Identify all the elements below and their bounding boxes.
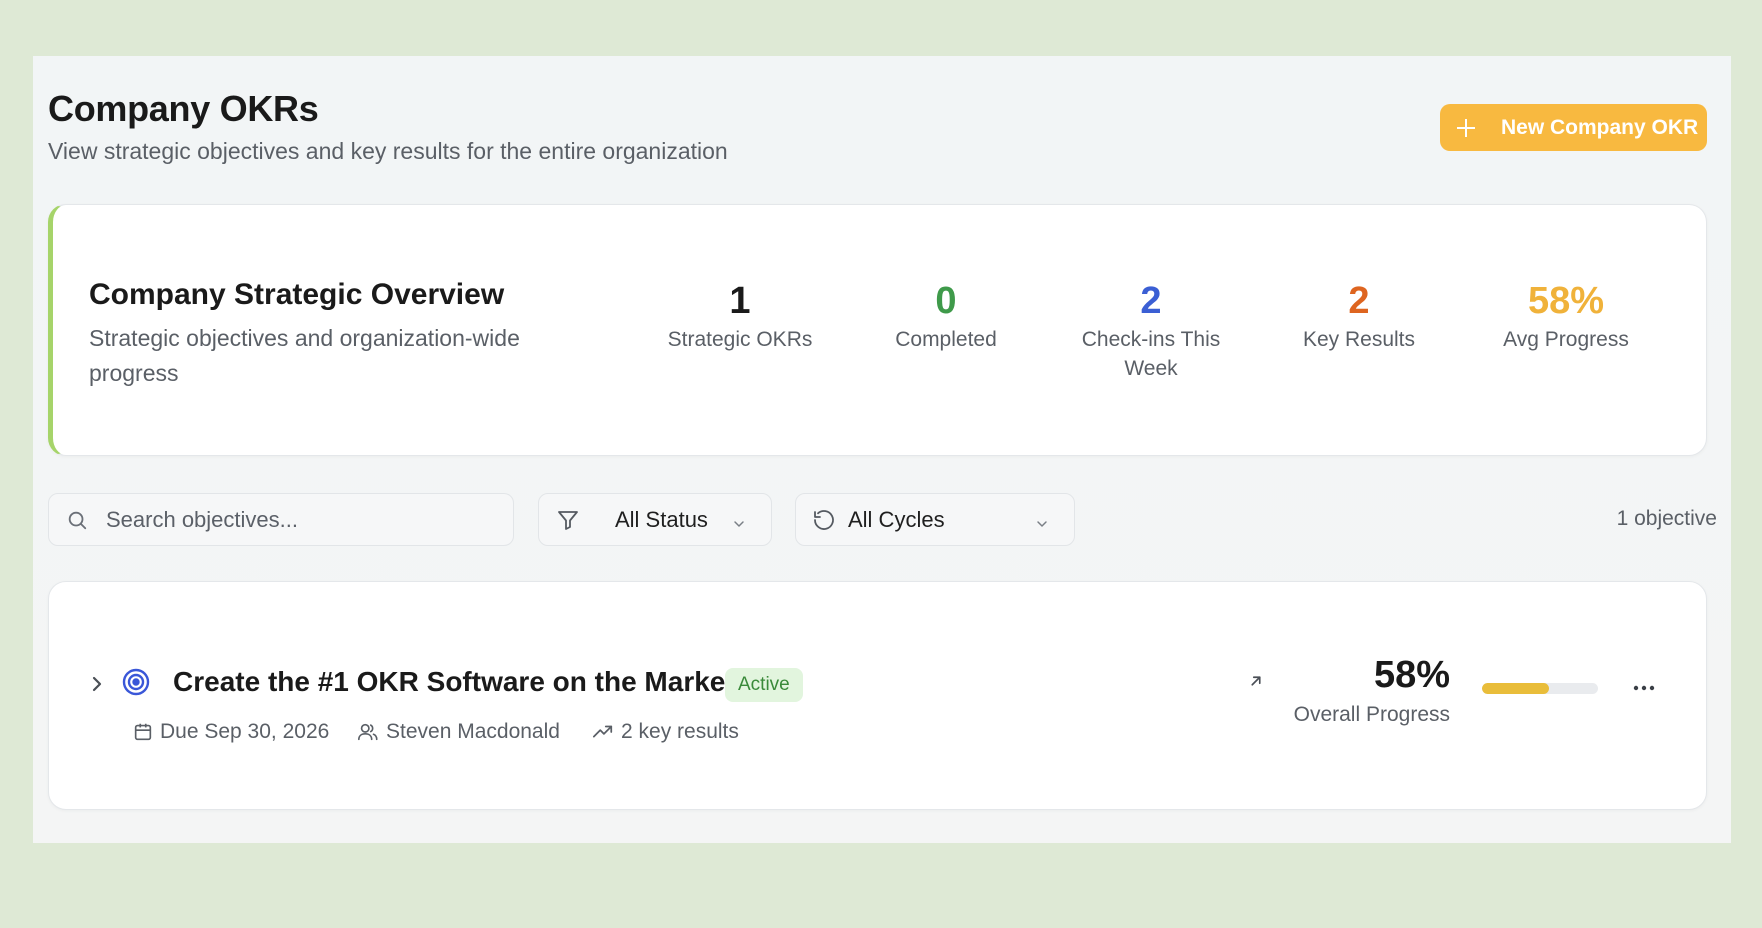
users-icon [358, 723, 378, 741]
search-input[interactable] [106, 494, 496, 545]
trending-up-icon [592, 725, 613, 738]
chevron-right-icon[interactable] [89, 674, 105, 699]
stat-key-results: 2 Key Results [1269, 279, 1449, 354]
stat-label: Check-ins This Week [1081, 328, 1221, 380]
stat-completed: 0 Completed [856, 279, 1036, 354]
stat-label: Strategic OKRs [667, 328, 813, 351]
stat-check-ins-this-week: 2 Check-ins This Week [1053, 279, 1249, 383]
stat-label: Key Results [1302, 328, 1416, 351]
chevron-down-icon [1034, 512, 1050, 538]
filter-icon [556, 508, 580, 538]
chevron-down-icon [731, 512, 747, 538]
stat-value: 1 [729, 280, 751, 322]
status-badge: Active [725, 668, 803, 702]
progress-bar-fill [1482, 683, 1550, 694]
app-window: Company OKRs View strategic objectives a… [33, 56, 1731, 843]
cycle-filter-select[interactable]: All Cycles [795, 493, 1075, 546]
search-box[interactable] [48, 493, 514, 546]
due-date-text: Due Sep 30, 2026 [160, 720, 330, 743]
refresh-icon [812, 508, 836, 538]
overall-progress-label: Overall Progress [1293, 703, 1450, 726]
objective-owner: Steven Macdonald [356, 720, 560, 744]
page-title: Company OKRs [48, 88, 319, 129]
stat-strategic-okrs: 1 Strategic OKRs [650, 279, 830, 354]
stat-label: Completed [895, 328, 997, 351]
stat-value: 2 [1140, 280, 1162, 322]
objective-count: 1 objective [1616, 507, 1717, 530]
new-company-okr-label: New Company OKR [1501, 115, 1699, 139]
objective-due-date: Due Sep 30, 2026 [132, 720, 329, 744]
stat-value: 58% [1527, 280, 1605, 322]
key-results-count: 2 key results [621, 720, 739, 743]
overview-subtitle: Strategic objectives and organization-wi… [89, 325, 520, 386]
status-filter-select[interactable]: All Status [538, 493, 772, 546]
page-subtitle: View strategic objectives and key result… [48, 138, 728, 164]
overall-progress-value: 58% [1373, 654, 1450, 696]
stat-value: 0 [935, 280, 957, 322]
plus-icon [1457, 118, 1475, 137]
calendar-icon [134, 723, 152, 741]
stat-value: 2 [1348, 280, 1370, 322]
owner-name: Steven Macdonald [386, 720, 560, 743]
objective-title[interactable]: Create the #1 OKR Software on the Market [173, 666, 735, 698]
progress-bar [1482, 683, 1598, 694]
new-company-okr-button[interactable]: New Company OKR [1440, 104, 1707, 151]
stat-label: Avg Progress [1503, 328, 1629, 351]
cycle-filter-value: All Cycles [848, 506, 945, 532]
stat-avg-progress: 58% Avg Progress [1476, 279, 1656, 354]
objective-key-results: 2 key results [591, 720, 739, 744]
arrow-up-right-icon[interactable] [1247, 672, 1265, 695]
target-icon [121, 667, 151, 702]
overview-title: Company Strategic Overview [89, 278, 505, 311]
more-horizontal-icon[interactable] [1633, 679, 1655, 697]
strategic-overview-card: Company Strategic Overview Strategic obj… [48, 204, 1707, 456]
status-filter-value: All Status [615, 506, 708, 532]
objective-card[interactable]: Create the #1 OKR Software on the Market… [48, 581, 1707, 810]
search-icon [66, 509, 88, 536]
